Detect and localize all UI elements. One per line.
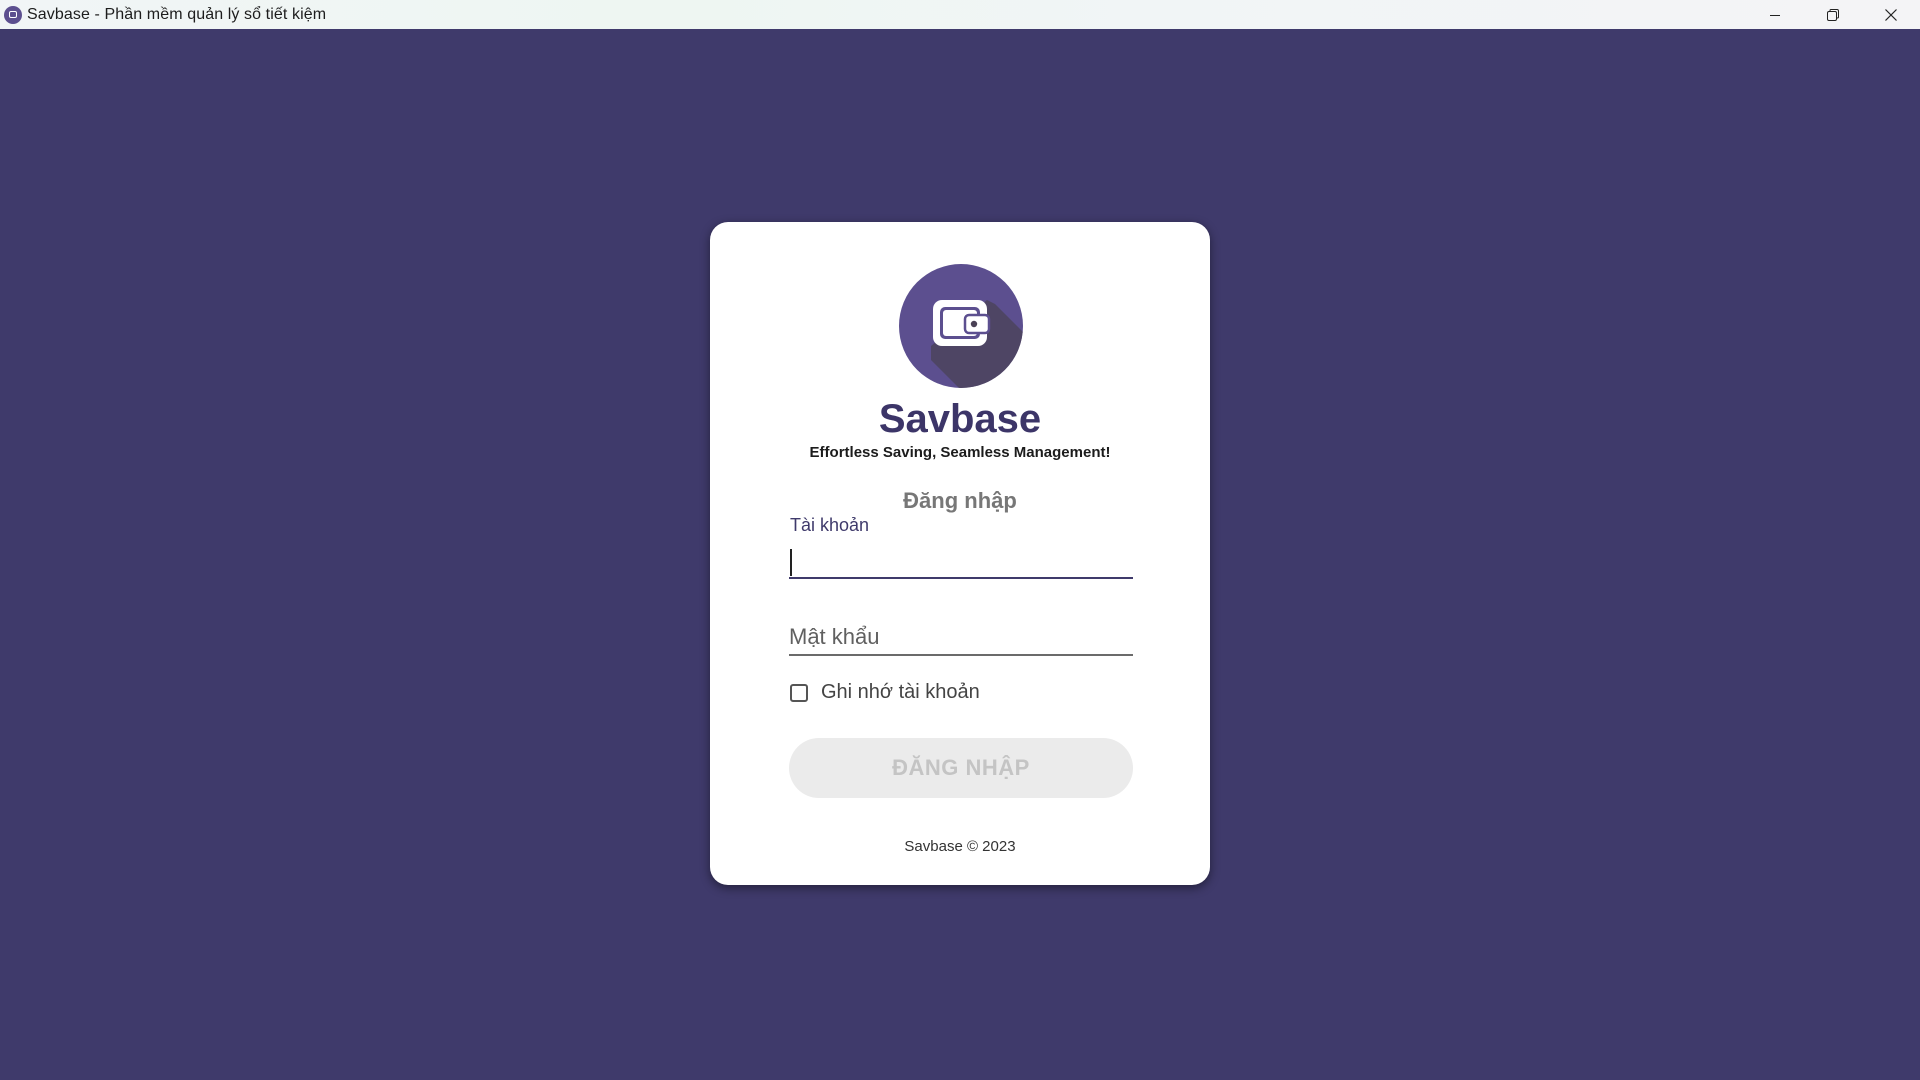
restore-icon (1827, 8, 1839, 21)
password-input[interactable] (789, 622, 1133, 652)
username-input[interactable] (789, 545, 1133, 575)
close-button[interactable] (1862, 0, 1920, 29)
remember-account-label[interactable]: Ghi nhớ tài khoản (821, 681, 980, 704)
wallet-icon (899, 264, 1023, 388)
window-title: Savbase - Phần mềm quản lý sổ tiết kiệm (27, 5, 327, 23)
username-label: Tài khoản (790, 515, 870, 535)
app-name: Savbase (878, 397, 1042, 441)
login-heading: Đăng nhập (903, 488, 1017, 513)
remember-account-checkbox[interactable]: Ghi nhớ tài khoản (790, 681, 980, 704)
window-controls (1746, 0, 1920, 29)
app-tagline: Effortless Saving, Seamless Management! (809, 444, 1111, 461)
login-card: Savbase Effortless Saving, Seamless Mana… (710, 222, 1210, 885)
restore-button[interactable] (1804, 0, 1862, 29)
minimize-button[interactable] (1746, 0, 1804, 29)
close-icon (1885, 8, 1897, 21)
username-field[interactable]: Tài khoản (789, 515, 1133, 579)
footer-copyright: Savbase © 2023 (904, 838, 1016, 855)
password-field[interactable] (789, 618, 1133, 656)
minimize-icon (1770, 14, 1780, 16)
text-caret (790, 549, 792, 576)
checkbox-box[interactable] (790, 683, 808, 702)
window-titlebar[interactable]: Savbase - Phần mềm quản lý sổ tiết kiệm (0, 0, 1920, 29)
login-button[interactable]: ĐĂNG NHẬP (789, 738, 1133, 798)
app-icon (4, 5, 22, 24)
